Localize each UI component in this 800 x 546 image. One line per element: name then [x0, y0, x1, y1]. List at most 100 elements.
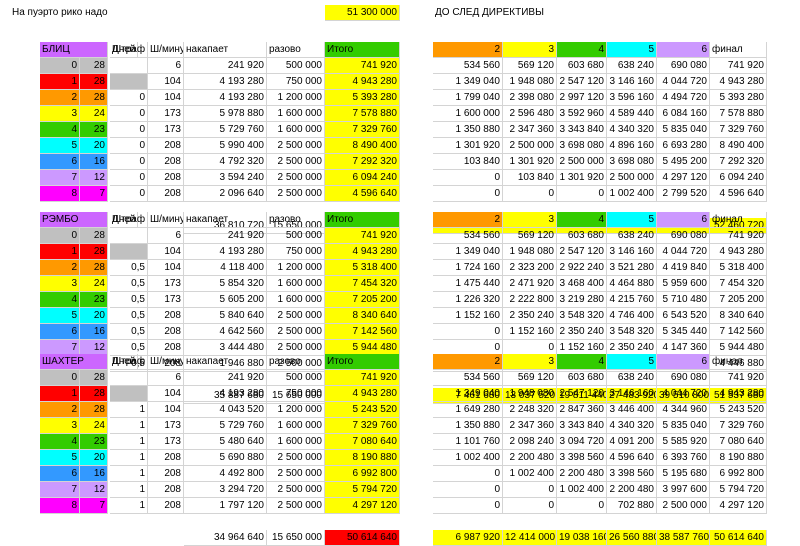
total-cell[interactable]: 5 794 720: [325, 482, 400, 498]
stage-cell[interactable]: 7 329 760: [710, 122, 767, 138]
stage-cell[interactable]: 534 560: [433, 228, 503, 244]
penalty-cell[interactable]: [110, 370, 148, 386]
stage-header-5[interactable]: 5: [607, 42, 657, 58]
stage-cell[interactable]: 4 044 720: [657, 386, 710, 402]
days-cell[interactable]: 28: [80, 228, 108, 244]
stage-cell[interactable]: 6 393 760: [657, 450, 710, 466]
stage-cell[interactable]: 2 500 000: [557, 154, 607, 170]
row-index[interactable]: 1: [40, 386, 80, 402]
stage-cell[interactable]: 1 948 080: [503, 74, 557, 90]
stage-cell[interactable]: 4 943 280: [710, 244, 767, 260]
stage-cell[interactable]: 5 495 200: [657, 154, 710, 170]
stage-cell[interactable]: 7 080 640: [710, 434, 767, 450]
header-total[interactable]: Итого: [325, 354, 400, 370]
row-index[interactable]: 5: [40, 308, 80, 324]
stage-cell[interactable]: 8 190 880: [710, 450, 767, 466]
header-per-min[interactable]: Ш/минут: [148, 42, 184, 58]
penalty-cell[interactable]: 0: [110, 186, 148, 202]
stage-cell[interactable]: 1 152 160: [433, 308, 503, 324]
header-total[interactable]: Итого: [325, 212, 400, 228]
total-cell[interactable]: 4 596 640: [325, 186, 400, 202]
accum-cell[interactable]: 5 978 880: [184, 106, 267, 122]
stage-cell[interactable]: 4 419 840: [657, 260, 710, 276]
row-index[interactable]: 7: [40, 170, 80, 186]
stage-cell[interactable]: 7 329 760: [710, 418, 767, 434]
penalty-cell[interactable]: 0: [110, 122, 148, 138]
rate-cell[interactable]: 173: [148, 106, 184, 122]
rate-cell[interactable]: 6: [148, 228, 184, 244]
row-index[interactable]: 2: [40, 260, 80, 276]
header-final[interactable]: финал: [710, 212, 767, 228]
rate-cell[interactable]: 104: [148, 260, 184, 276]
stage-cell[interactable]: 2 222 800: [503, 292, 557, 308]
header-per-min[interactable]: Ш/минут: [148, 212, 184, 228]
rate-cell[interactable]: 208: [148, 154, 184, 170]
rate-cell[interactable]: 208: [148, 498, 184, 514]
rate-cell[interactable]: 6: [148, 58, 184, 74]
stage-cell[interactable]: 1 475 440: [433, 276, 503, 292]
rate-cell[interactable]: 104: [148, 402, 184, 418]
stage-cell[interactable]: 5 585 920: [657, 434, 710, 450]
once-cell[interactable]: 750 000: [267, 74, 325, 90]
stage-cell[interactable]: 638 240: [607, 370, 657, 386]
once-cell[interactable]: 500 000: [267, 58, 325, 74]
total-cell[interactable]: 741 920: [325, 370, 400, 386]
stage-cell[interactable]: 690 080: [657, 228, 710, 244]
sum-stage[interactable]: 12 414 000: [503, 530, 557, 546]
stage-cell[interactable]: 5 835 040: [657, 122, 710, 138]
stage-cell[interactable]: 4 746 400: [607, 308, 657, 324]
accum-cell[interactable]: 5 690 880: [184, 450, 267, 466]
stage-cell[interactable]: 4 943 280: [710, 386, 767, 402]
total-cell[interactable]: 7 329 760: [325, 418, 400, 434]
stage-cell[interactable]: 690 080: [657, 58, 710, 74]
once-cell[interactable]: 1 600 000: [267, 292, 325, 308]
stage-cell[interactable]: 741 920: [710, 228, 767, 244]
stage-cell[interactable]: 2 350 240: [557, 324, 607, 340]
stage-cell[interactable]: 5 318 400: [710, 260, 767, 276]
row-index[interactable]: 2: [40, 402, 80, 418]
days-cell[interactable]: 28: [80, 370, 108, 386]
row-index[interactable]: 8: [40, 186, 80, 202]
row-index[interactable]: 6: [40, 466, 80, 482]
days-cell[interactable]: 28: [80, 74, 108, 90]
penalty-cell[interactable]: [110, 386, 148, 402]
stage-cell[interactable]: 3 521 280: [607, 260, 657, 276]
row-index[interactable]: 1: [40, 244, 80, 260]
stage-cell[interactable]: 2 596 480: [503, 106, 557, 122]
accum-cell[interactable]: 5 605 200: [184, 292, 267, 308]
stage-cell[interactable]: 1 349 040: [433, 244, 503, 260]
stage-cell[interactable]: 1 226 320: [433, 292, 503, 308]
accum-cell[interactable]: 4 193 280: [184, 90, 267, 106]
total-cell[interactable]: 6 992 800: [325, 466, 400, 482]
stage-cell[interactable]: 1 948 080: [503, 386, 557, 402]
accum-cell[interactable]: 5 990 400: [184, 138, 267, 154]
rate-cell[interactable]: 173: [148, 122, 184, 138]
days-cell[interactable]: 23: [80, 434, 108, 450]
stage-cell[interactable]: 4 943 280: [710, 74, 767, 90]
stage-cell[interactable]: 690 080: [657, 370, 710, 386]
stage-cell[interactable]: 4 340 320: [607, 418, 657, 434]
stage-cell[interactable]: 569 120: [503, 58, 557, 74]
stage-cell[interactable]: 3 094 720: [557, 434, 607, 450]
once-cell[interactable]: 1 600 000: [267, 434, 325, 450]
penalty-cell[interactable]: 1: [110, 434, 148, 450]
once-cell[interactable]: 1 200 000: [267, 90, 325, 106]
stage-cell[interactable]: 2 547 120: [557, 244, 607, 260]
stage-cell[interactable]: 4 215 760: [607, 292, 657, 308]
stage-cell[interactable]: 6 543 520: [657, 308, 710, 324]
stage-cell[interactable]: 6 094 240: [710, 170, 767, 186]
total-cell[interactable]: 4 943 280: [325, 244, 400, 260]
stage-cell[interactable]: 7 292 320: [710, 154, 767, 170]
row-index[interactable]: 4: [40, 292, 80, 308]
stage-cell[interactable]: 7 142 560: [710, 324, 767, 340]
stage-cell[interactable]: 4 494 720: [657, 90, 710, 106]
accum-cell[interactable]: 4 043 520: [184, 402, 267, 418]
stage-cell[interactable]: 7 205 200: [710, 292, 767, 308]
stage-cell[interactable]: 1 948 080: [503, 244, 557, 260]
stage-cell[interactable]: 2 200 480: [557, 466, 607, 482]
penalty-cell[interactable]: 0,5: [110, 308, 148, 324]
penalty-cell[interactable]: 0,5: [110, 260, 148, 276]
header-total[interactable]: Итого: [325, 42, 400, 58]
row-index[interactable]: 3: [40, 106, 80, 122]
stage-cell[interactable]: 1 301 920: [503, 154, 557, 170]
